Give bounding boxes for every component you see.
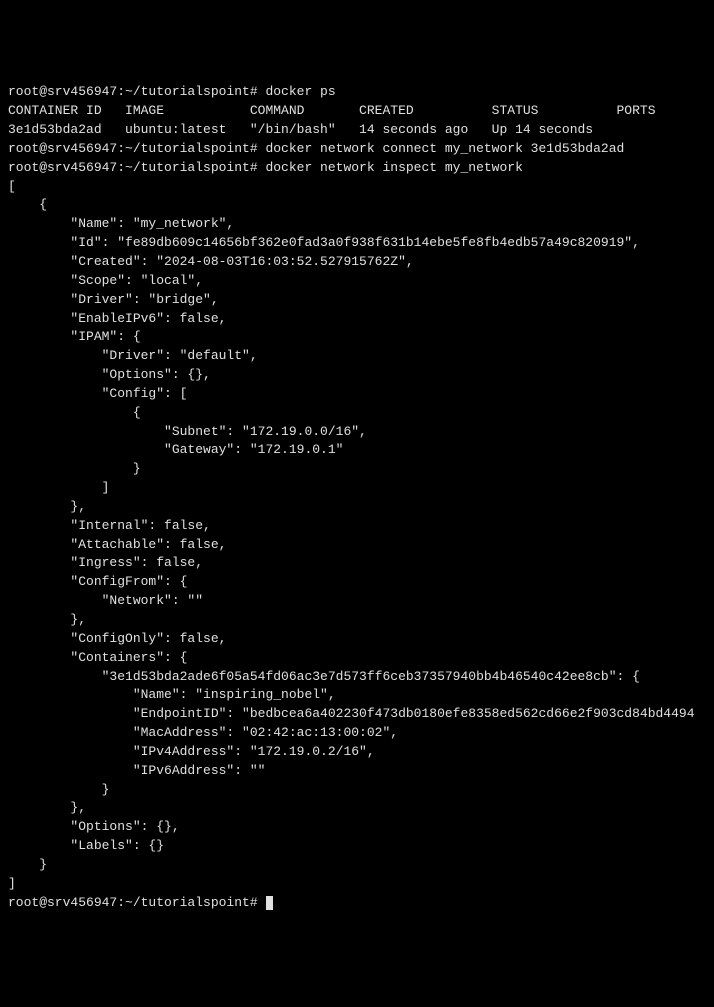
terminal-line: "Name": "my_network",: [8, 215, 706, 234]
terminal-line: },: [8, 498, 706, 517]
terminal-line: "Internal": false,: [8, 517, 706, 536]
terminal-line: "Ingress": false,: [8, 554, 706, 573]
terminal-output: root@srv456947:~/tutorialspoint# docker …: [8, 83, 706, 912]
terminal-line: root@srv456947:~/tutorialspoint# docker …: [8, 159, 706, 178]
terminal-line: "Attachable": false,: [8, 536, 706, 555]
terminal-line: "Id": "fe89db609c14656bf362e0fad3a0f938f…: [8, 234, 706, 253]
terminal-line: "Driver": "default",: [8, 347, 706, 366]
terminal-line: "ConfigOnly": false,: [8, 630, 706, 649]
terminal-line: "3e1d53bda2ade6f05a54fd06ac3e7d573ff6ceb…: [8, 668, 706, 687]
terminal-line: "Network": "": [8, 592, 706, 611]
terminal-line: ]: [8, 875, 706, 894]
terminal-line: "Labels": {}: [8, 837, 706, 856]
terminal-line: },: [8, 611, 706, 630]
terminal-line: "IPv6Address": "": [8, 762, 706, 781]
terminal-line: "Config": [: [8, 385, 706, 404]
terminal-line: "MacAddress": "02:42:ac:13:00:02",: [8, 724, 706, 743]
terminal-cursor[interactable]: [266, 896, 273, 910]
terminal-line: {: [8, 404, 706, 423]
terminal-line: "Name": "inspiring_nobel",: [8, 686, 706, 705]
terminal-line: "Created": "2024-08-03T16:03:52.52791576…: [8, 253, 706, 272]
terminal-line: "Gateway": "172.19.0.1": [8, 441, 706, 460]
terminal-line: "EndpointID": "bedbcea6a402230f473db0180…: [8, 705, 706, 724]
terminal-line: {: [8, 196, 706, 215]
terminal-line: "EnableIPv6": false,: [8, 310, 706, 329]
terminal-line: [: [8, 178, 706, 197]
terminal-line: root@srv456947:~/tutorialspoint#: [8, 894, 706, 913]
terminal-line: "Driver": "bridge",: [8, 291, 706, 310]
terminal-line: CONTAINER ID IMAGE COMMAND CREATED STATU…: [8, 102, 706, 121]
terminal-line: "IPv4Address": "172.19.0.2/16",: [8, 743, 706, 762]
terminal-line: "IPAM": {: [8, 328, 706, 347]
terminal-line: 3e1d53bda2ad ubuntu:latest "/bin/bash" 1…: [8, 121, 706, 140]
terminal-line: }: [8, 856, 706, 875]
terminal-line: ]: [8, 479, 706, 498]
terminal-line: "Subnet": "172.19.0.0/16",: [8, 423, 706, 442]
terminal-line: },: [8, 799, 706, 818]
terminal-line: "Options": {},: [8, 818, 706, 837]
terminal-line: "Options": {},: [8, 366, 706, 385]
terminal-line: "Scope": "local",: [8, 272, 706, 291]
terminal-line: "Containers": {: [8, 649, 706, 668]
terminal-line: }: [8, 781, 706, 800]
terminal-line: "ConfigFrom": {: [8, 573, 706, 592]
terminal-line: root@srv456947:~/tutorialspoint# docker …: [8, 140, 706, 159]
terminal-line: }: [8, 460, 706, 479]
terminal-line: root@srv456947:~/tutorialspoint# docker …: [8, 83, 706, 102]
